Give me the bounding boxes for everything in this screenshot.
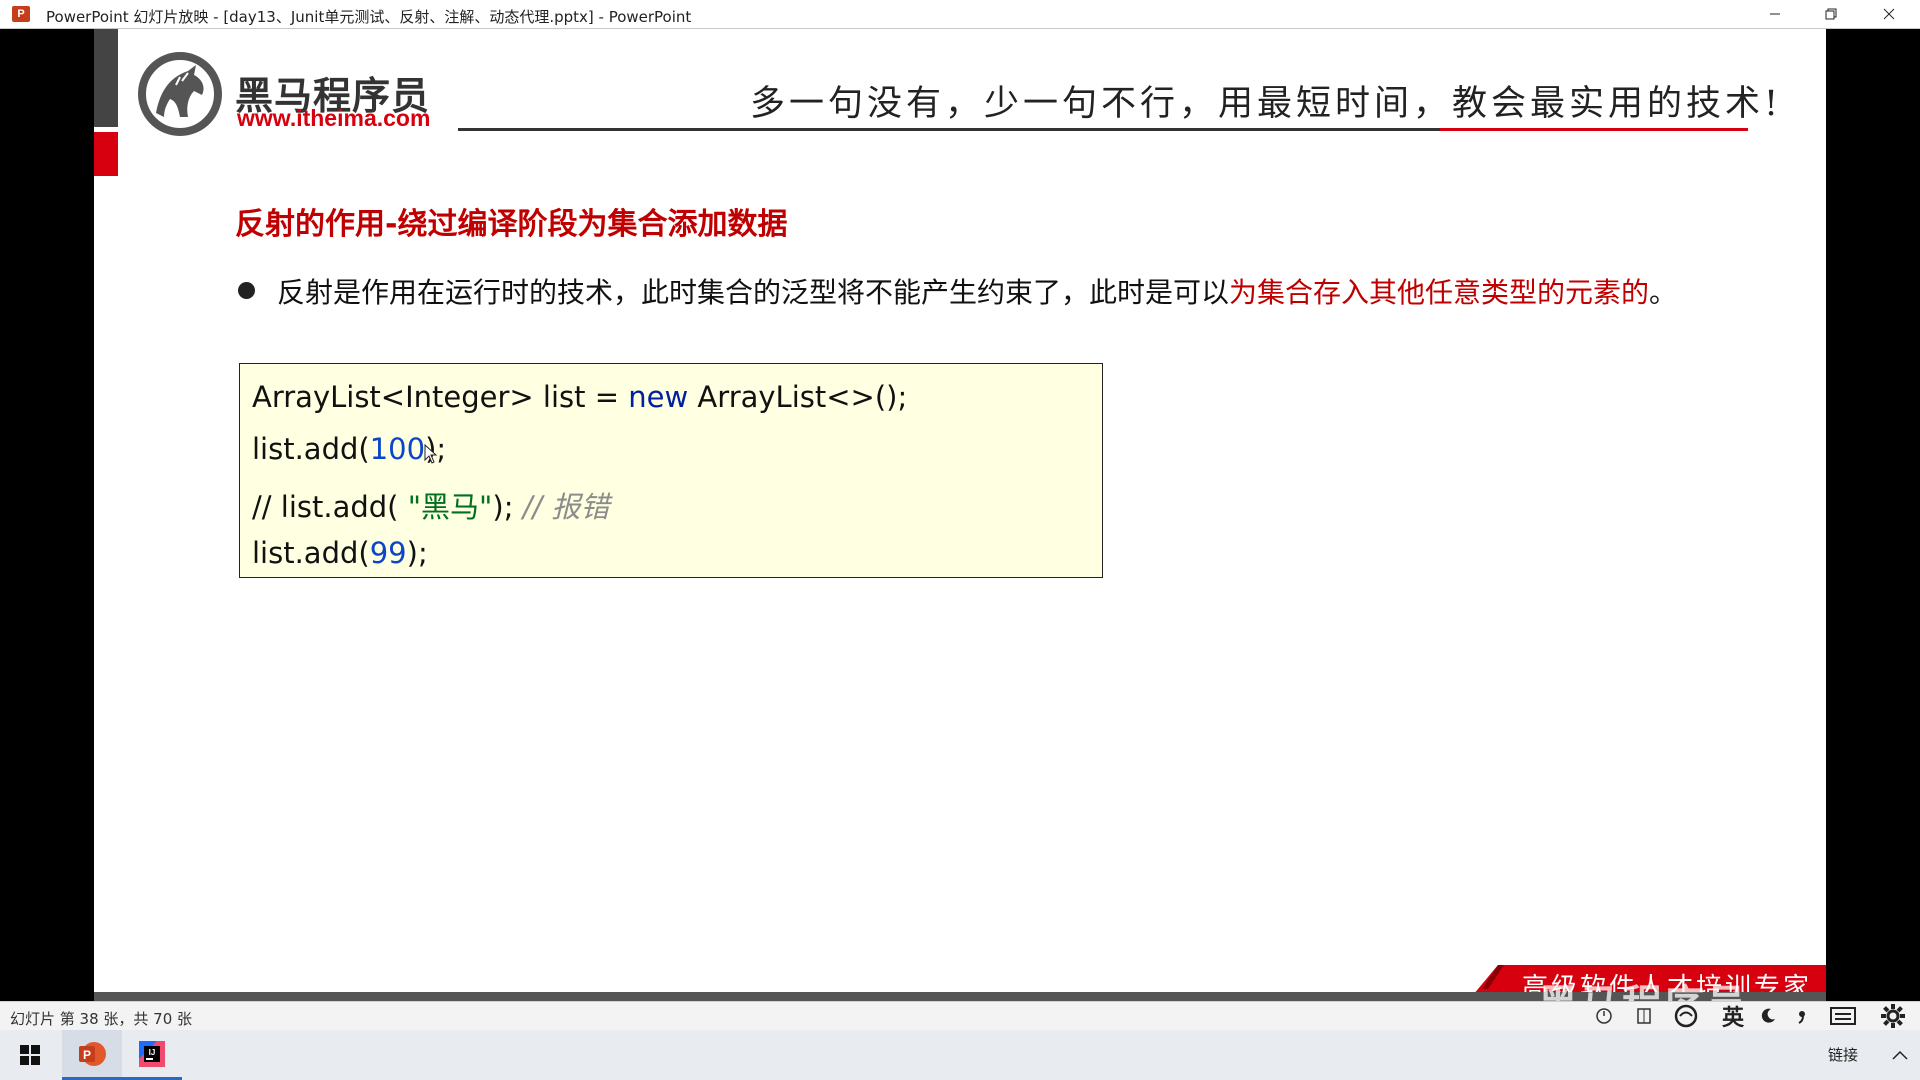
- minimize-button[interactable]: [1752, 0, 1798, 28]
- gear-icon: [1881, 1004, 1905, 1028]
- slide-heading: 反射的作用-绕过编译阶段为集合添加数据: [235, 207, 788, 242]
- svg-text:IJ: IJ: [149, 1048, 156, 1057]
- keyboard-icon: [1830, 1007, 1856, 1025]
- minimize-icon: [1770, 13, 1780, 15]
- slogan-underline-accent: [1440, 128, 1748, 131]
- code-line-4: list.add(99);: [252, 536, 428, 570]
- itheima-horse-logo-icon: [138, 52, 222, 136]
- svg-text:P: P: [83, 1048, 91, 1062]
- input-method-icon: [1674, 1004, 1698, 1028]
- restore-button[interactable]: [1808, 0, 1854, 28]
- bullet-text-highlight: 为集合存入其他任意类型的元素的: [1229, 276, 1650, 309]
- code-text: );: [492, 490, 523, 524]
- code-keyword: new: [628, 380, 689, 414]
- mouse-cursor-icon: [424, 444, 438, 464]
- bullet-text-end: 。: [1649, 276, 1678, 309]
- ime-language-toggle[interactable]: 英: [1718, 1003, 1748, 1031]
- bullet-text-main: 反射是作用在运行时的技术，此时集合的泛型将不能产生约束了，此时是可以: [277, 276, 1230, 309]
- code-text: );: [406, 536, 428, 570]
- taskbar: [0, 1030, 1920, 1080]
- taskbar-powerpoint[interactable]: P: [62, 1030, 122, 1080]
- close-button[interactable]: [1866, 0, 1912, 28]
- slide-counter: 幻灯片 第 38 张，共 70 张: [10, 1010, 193, 1028]
- code-block: ArrayList<Integer> list = new ArrayList<…: [239, 363, 1103, 578]
- chevron-up-icon: [1892, 1050, 1908, 1060]
- ime-logo-icon[interactable]: [1666, 1003, 1706, 1029]
- tray-expand-button[interactable]: [1880, 1030, 1920, 1080]
- start-button[interactable]: [0, 1030, 60, 1080]
- moon-icon[interactable]: [1756, 1003, 1780, 1029]
- tray-link-label[interactable]: 链接: [1828, 1044, 1858, 1065]
- windows-logo-icon: [20, 1045, 40, 1065]
- code-text: list.add(: [252, 536, 370, 570]
- book-icon: [1637, 1008, 1651, 1024]
- slogan: 多一句没有，少一句不行，用最短时间，教会最实用的技术!: [750, 84, 1783, 124]
- reading-view-icon[interactable]: [1632, 1003, 1656, 1029]
- code-text: ArrayList<Integer> list =: [252, 380, 629, 414]
- code-line-3: // list.add( "黑马"); // 报错: [252, 484, 609, 526]
- code-number: 99: [369, 536, 407, 570]
- clock-icon[interactable]: [1592, 1003, 1616, 1029]
- code-text: ArrayList<>();: [688, 380, 908, 414]
- comma-icon: [1798, 1011, 1805, 1024]
- slide[interactable]: 黑马程序员 www.itheima.com 多一句没有，少一句不行，用最短时间，…: [94, 29, 1826, 1001]
- soft-keyboard-icon[interactable]: [1826, 1003, 1860, 1029]
- restore-icon: [1825, 8, 1837, 20]
- window-title: PowerPoint 幻灯片放映 - [day13、Junit单元测试、反射、注…: [46, 8, 692, 26]
- header-accent-gray: [94, 29, 118, 127]
- settings-button[interactable]: [1876, 1003, 1910, 1029]
- code-string: "黑马": [407, 490, 493, 524]
- code-text: // list.add(: [252, 490, 408, 524]
- intellij-icon: IJ: [139, 1040, 165, 1067]
- code-line-1: ArrayList<Integer> list = new ArrayList<…: [252, 380, 907, 414]
- title-bar: P PowerPoint 幻灯片放映 - [day13、Junit单元测试、反射…: [0, 0, 1920, 29]
- brand-url: www.itheima.com: [237, 105, 431, 131]
- taskbar-intellij[interactable]: IJ: [122, 1030, 182, 1080]
- code-number: 100: [369, 432, 426, 466]
- header-accent-red: [94, 132, 118, 176]
- code-line-2: list.add(100);: [252, 432, 446, 466]
- bullet-text: 反射是作用在运行时的技术，此时集合的泛型将不能产生约束了，此时是可以为集合存入其…: [277, 271, 1677, 311]
- slideshow-area[interactable]: 黑马程序员 www.itheima.com 多一句没有，少一句不行，用最短时间，…: [0, 29, 1920, 1001]
- code-text: list.add(: [252, 432, 370, 466]
- punctuation-icon[interactable]: [1790, 1003, 1814, 1029]
- moon-symbol-icon: [1761, 1008, 1775, 1023]
- powerpoint-app-icon[interactable]: P: [12, 6, 30, 22]
- powerpoint-icon: P: [79, 1041, 106, 1066]
- code-comment: // 报错: [522, 490, 610, 524]
- clock-symbol-icon: [1596, 1008, 1612, 1024]
- close-icon: [1883, 8, 1895, 20]
- bullet-dot: [238, 282, 255, 299]
